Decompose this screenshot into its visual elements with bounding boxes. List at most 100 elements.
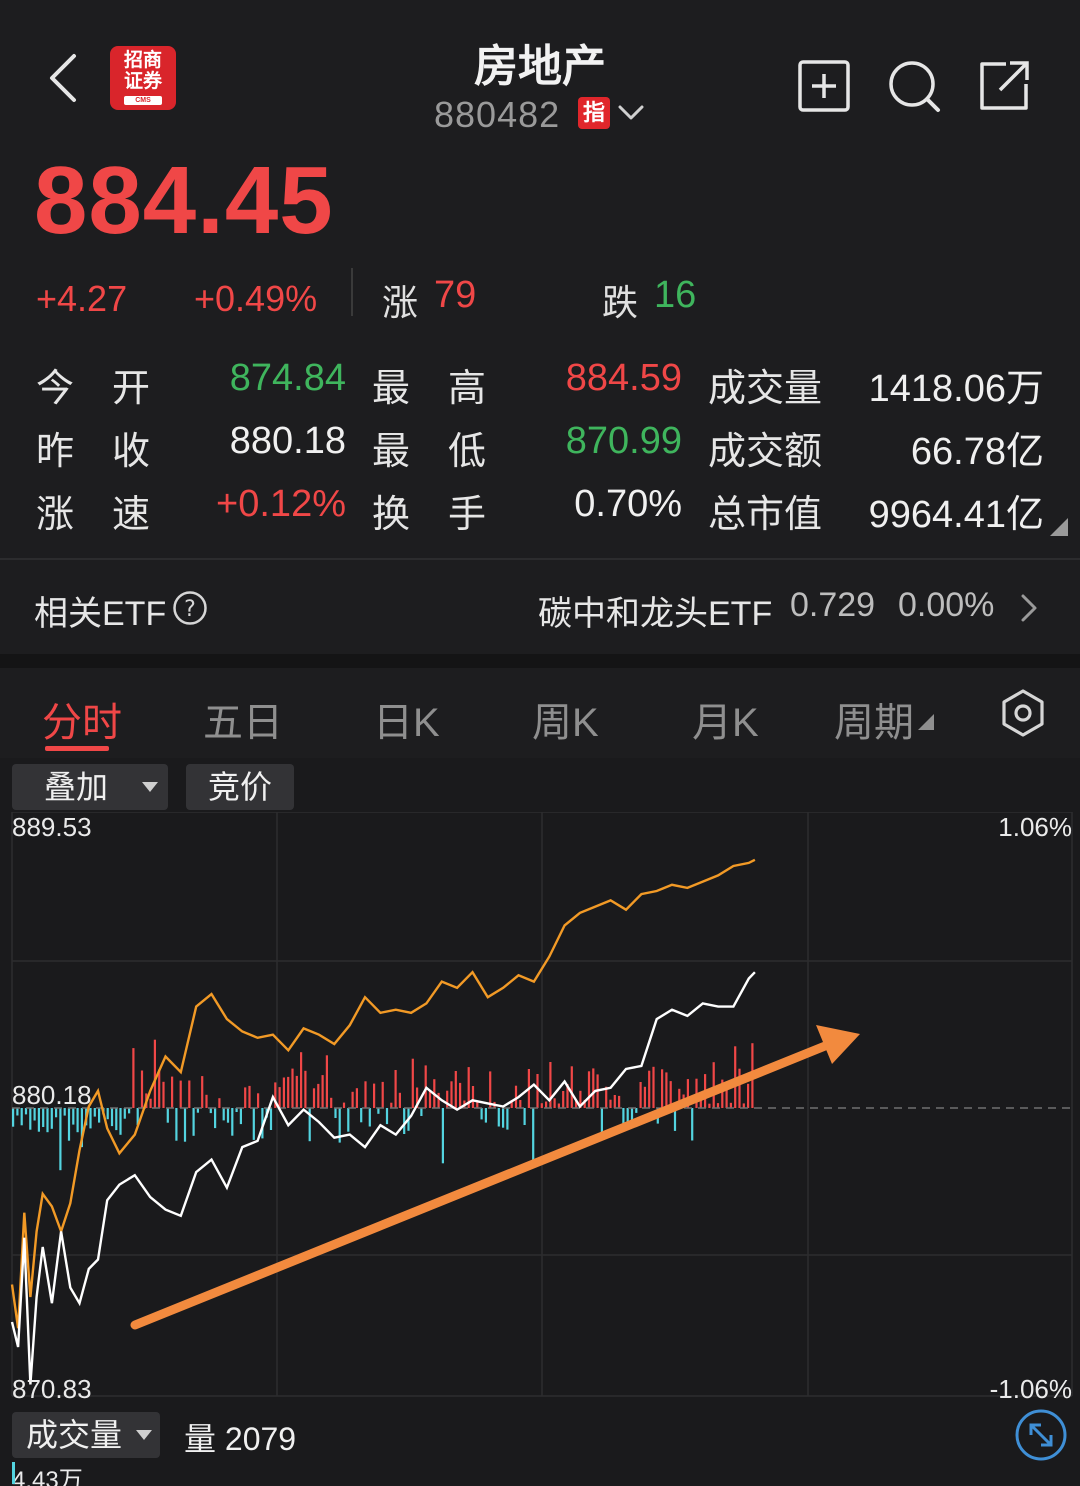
breadth-bar bbox=[175, 1108, 178, 1141]
breadth-bar bbox=[119, 1108, 122, 1135]
divider bbox=[351, 268, 353, 316]
volume-indicator-dropdown[interactable]: 成交量 bbox=[12, 1412, 160, 1458]
etf-pct: 0.00% bbox=[898, 586, 995, 624]
breadth-bar bbox=[171, 1076, 174, 1108]
stat-value-prev-close: 880.18 bbox=[229, 420, 346, 462]
chevron-right-icon[interactable] bbox=[1018, 592, 1040, 624]
breadth-bar bbox=[712, 1062, 715, 1108]
up-count: 79 bbox=[434, 274, 477, 316]
breadth-bar bbox=[59, 1108, 62, 1171]
breadth-bar bbox=[46, 1108, 49, 1133]
breadth-bar bbox=[381, 1081, 384, 1108]
breadth-bar bbox=[497, 1108, 500, 1127]
svg-text:?: ? bbox=[184, 597, 196, 622]
breadth-bar bbox=[317, 1083, 320, 1108]
breadth-bar bbox=[360, 1108, 363, 1123]
breadth-bar bbox=[506, 1108, 509, 1130]
stock-code[interactable]: 880482 bbox=[434, 94, 560, 136]
breadth-bar bbox=[312, 1088, 316, 1108]
y-min-label: 870.83 bbox=[12, 1374, 92, 1404]
breadth-bar bbox=[12, 1108, 15, 1127]
breadth-bar bbox=[42, 1108, 45, 1127]
tab-monthly-k[interactable]: 月K bbox=[692, 690, 759, 748]
breadth-bar bbox=[502, 1108, 505, 1128]
etf-price: 0.729 bbox=[790, 586, 876, 624]
volume-axis-max: 4.43万 bbox=[12, 1467, 83, 1486]
breadth-bar bbox=[652, 1066, 655, 1108]
breadth-bar bbox=[282, 1077, 285, 1108]
expand-corner-icon[interactable] bbox=[1048, 516, 1068, 536]
back-icon[interactable] bbox=[40, 48, 90, 108]
active-tab-indicator bbox=[45, 746, 109, 751]
tab-intraday[interactable]: 分时 bbox=[42, 690, 122, 748]
tab-weekly-k[interactable]: 周K bbox=[532, 690, 599, 748]
add-watchlist-icon[interactable] bbox=[796, 58, 852, 114]
breadth-bar bbox=[188, 1080, 191, 1108]
etf-label: 相关ETF bbox=[34, 595, 167, 633]
stat-value-turnover-rate: 0.70% bbox=[574, 483, 682, 525]
breadth-bar bbox=[287, 1076, 290, 1108]
section-gap bbox=[0, 654, 1080, 668]
breadth-bar bbox=[67, 1108, 71, 1141]
etf-name: 碳中和龙头ETF bbox=[538, 595, 773, 633]
share-icon[interactable] bbox=[976, 58, 1032, 114]
stat-label-prev-close: 昨 收 bbox=[36, 431, 151, 473]
price-change-pct: +0.49% bbox=[194, 278, 318, 319]
breadth-bar bbox=[613, 1095, 616, 1108]
breadth-bar bbox=[441, 1108, 444, 1164]
chart-period-tabs: 分时 五日 日K 周K 月K 周期 bbox=[0, 668, 1080, 758]
breadth-bar bbox=[643, 1086, 646, 1108]
breadth-bar bbox=[110, 1108, 114, 1127]
breadth-bar bbox=[115, 1108, 118, 1131]
caret-down-icon bbox=[136, 1430, 152, 1440]
breadth-bar bbox=[231, 1108, 234, 1136]
stat-value-speed: +0.12% bbox=[216, 483, 346, 525]
stat-value-high: 884.59 bbox=[565, 357, 682, 399]
breadth-bar bbox=[334, 1108, 337, 1118]
breadth-bar bbox=[201, 1076, 204, 1108]
breadth-bar bbox=[128, 1108, 131, 1114]
breadth-bar bbox=[257, 1093, 260, 1108]
tab-daily-k[interactable]: 日K bbox=[373, 690, 440, 748]
breadth-bar bbox=[639, 1082, 642, 1108]
breadth-bar bbox=[269, 1108, 273, 1130]
breadth-bar bbox=[347, 1108, 350, 1132]
period-dropdown-icon bbox=[918, 714, 934, 730]
help-icon[interactable]: ? bbox=[172, 590, 208, 626]
current-price: 884.45 bbox=[34, 147, 334, 254]
breadth-bar bbox=[158, 1069, 161, 1108]
related-etf-row[interactable]: 相关ETF ? 碳中和龙头ETF 0.729 0.00% bbox=[0, 558, 1080, 654]
breadth-bar bbox=[661, 1069, 664, 1108]
chevron-down-icon[interactable] bbox=[616, 100, 646, 126]
overlay-dropdown[interactable]: 叠加 bbox=[12, 764, 168, 810]
breadth-bar bbox=[523, 1108, 526, 1125]
breadth-bar bbox=[248, 1085, 251, 1108]
breadth-bar bbox=[553, 1098, 556, 1108]
breadth-bar bbox=[484, 1108, 487, 1123]
breadth-bar bbox=[20, 1108, 23, 1126]
breadth-bar bbox=[519, 1100, 522, 1108]
volume-bars bbox=[12, 1039, 754, 1171]
down-label: 跌 bbox=[602, 282, 639, 323]
breadth-bar bbox=[734, 1046, 737, 1108]
breadth-bar bbox=[330, 1097, 333, 1108]
down-count: 16 bbox=[654, 274, 697, 316]
breadth-bar bbox=[72, 1108, 75, 1125]
tab-period[interactable]: 周期 bbox=[834, 690, 914, 748]
breadth-bar bbox=[222, 1108, 225, 1121]
volume-value: 量 2079 bbox=[184, 1421, 297, 1457]
fullscreen-icon[interactable] bbox=[1014, 1408, 1068, 1462]
breadth-bar bbox=[420, 1108, 423, 1116]
intraday-chart[interactable]: 889.53 880.18 870.83 1.06% -1.06% bbox=[0, 812, 1080, 1486]
breadth-bar bbox=[132, 1048, 135, 1108]
breadth-bar bbox=[226, 1108, 230, 1123]
stat-label-turnover-amount: 成交额 bbox=[708, 431, 823, 473]
breadth-bar bbox=[89, 1108, 92, 1129]
stat-label-speed: 涨 速 bbox=[36, 494, 151, 536]
settings-icon[interactable] bbox=[1000, 688, 1046, 738]
tab-five-day[interactable]: 五日 bbox=[203, 690, 283, 748]
breadth-bar bbox=[93, 1108, 96, 1117]
breadth-bar bbox=[76, 1108, 79, 1133]
search-icon[interactable] bbox=[886, 58, 942, 114]
auction-button[interactable]: 竞价 bbox=[186, 764, 294, 810]
